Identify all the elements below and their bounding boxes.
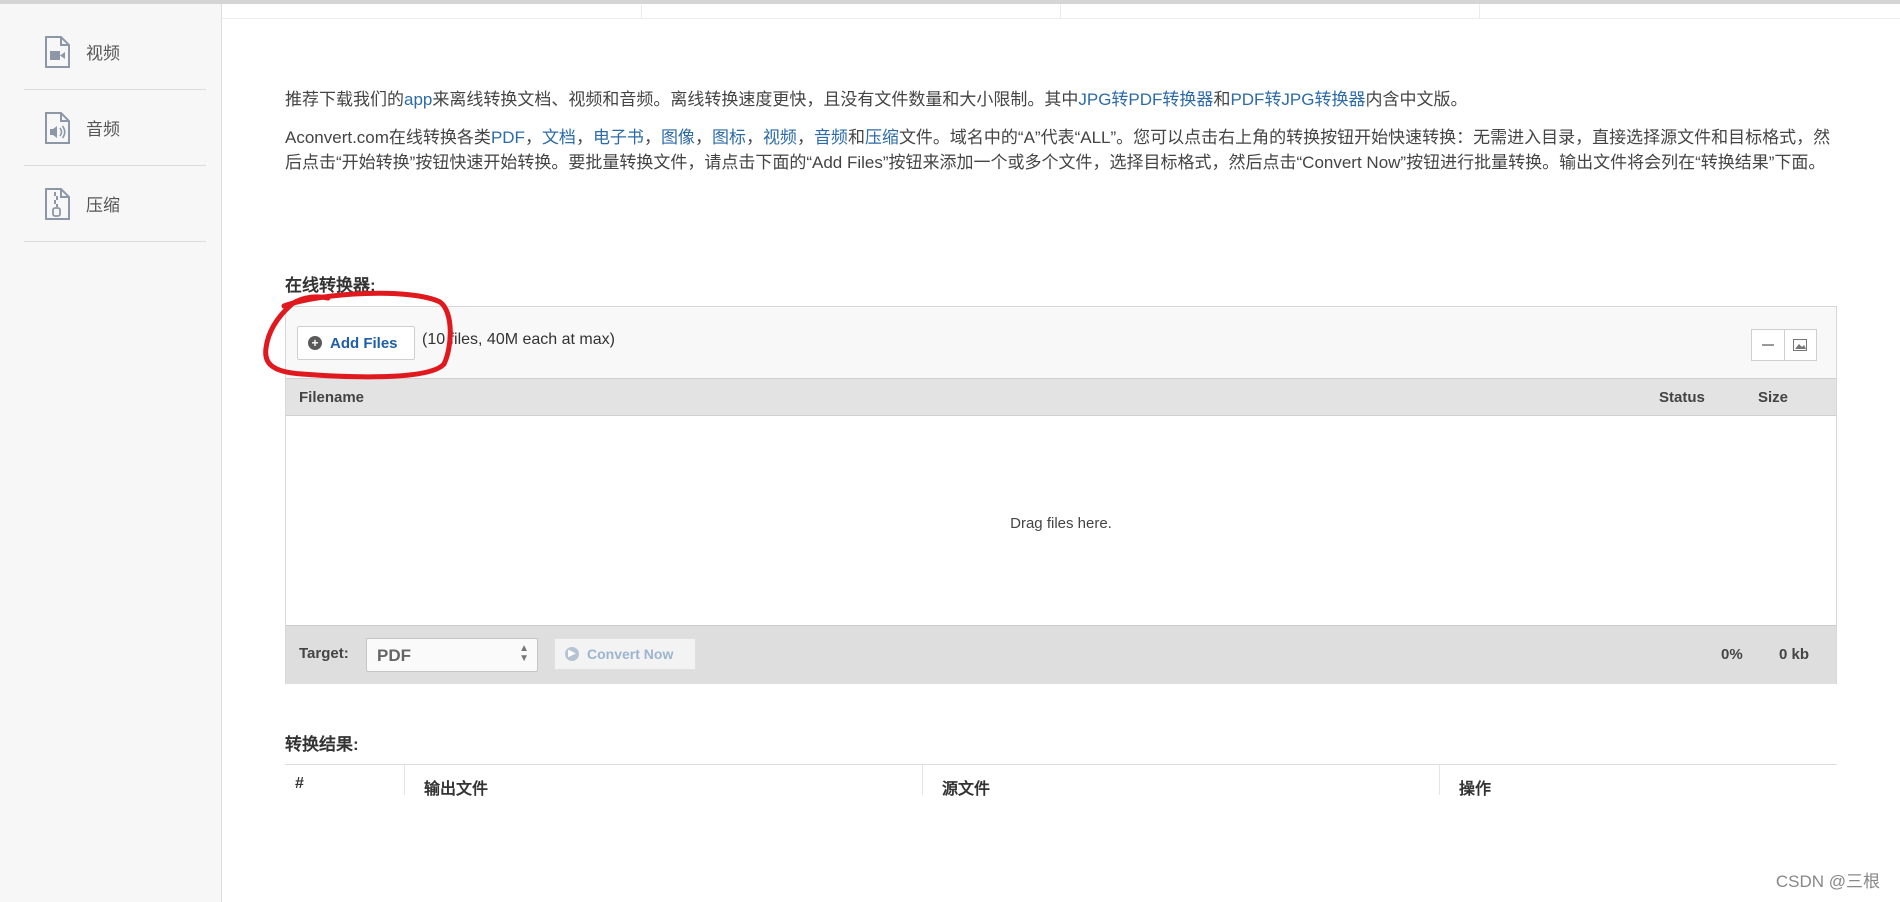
top-column-strip bbox=[222, 4, 1900, 19]
csdn-watermark: CSDN @三根 bbox=[1775, 872, 1880, 891]
results-column-actions: 操作 bbox=[1459, 781, 1492, 798]
intro-text: ， bbox=[745, 128, 763, 147]
intro-download-note: 推荐下载我们的app来离线转换文档、视频和音频。离线转换速度更快，且没有文件数量… bbox=[285, 88, 1837, 112]
results-column-index: # bbox=[295, 775, 304, 792]
intro-text: ， bbox=[796, 128, 814, 147]
view-toggle bbox=[1751, 329, 1817, 361]
intro-link[interactable]: PDF bbox=[491, 128, 525, 147]
arrow-circle-icon: ▶ bbox=[565, 647, 579, 661]
intro-link[interactable]: 图标 bbox=[712, 128, 746, 147]
intro-description: Aconvert.com在线转换各类PDF，文档，电子书，图像，图标，视频，音频… bbox=[285, 126, 1837, 175]
intro-link[interactable]: 音频 bbox=[814, 128, 848, 147]
intro-link[interactable]: 电子书 bbox=[593, 128, 644, 147]
intro-link[interactable]: 压缩 bbox=[865, 128, 899, 147]
intro-link[interactable]: JPG转PDF转换器 bbox=[1078, 90, 1213, 109]
size-column-header: Size bbox=[1758, 389, 1789, 406]
intro-link[interactable]: 图像 bbox=[661, 128, 695, 147]
intro-text: ， bbox=[524, 128, 542, 147]
uploader-toolbar: + Add Files (10 files, 40M each at max) bbox=[286, 307, 1836, 378]
archive-file-icon bbox=[45, 187, 70, 220]
drop-zone[interactable]: Drag files here. bbox=[286, 416, 1836, 631]
sidebar-item-audio[interactable]: 音频 bbox=[24, 90, 206, 166]
thumbnail-view-button[interactable] bbox=[1783, 330, 1817, 360]
image-icon bbox=[1793, 339, 1808, 351]
status-column-header: Status bbox=[1659, 389, 1705, 406]
results-table-header: # 输出文件 源文件 操作 bbox=[285, 764, 1837, 803]
intro-text: ， bbox=[694, 128, 712, 147]
list-view-button[interactable] bbox=[1752, 330, 1784, 360]
intro-text: 和 bbox=[847, 128, 865, 147]
intro-text: Aconvert.com在线转换各类 bbox=[285, 128, 491, 147]
list-view-icon bbox=[1761, 344, 1774, 346]
sidebar: 视频 音频 压缩 bbox=[0, 4, 222, 902]
sidebar-item-archive[interactable]: 压缩 bbox=[24, 166, 206, 242]
file-uploader: + Add Files (10 files, 40M each at max) … bbox=[285, 306, 1837, 684]
convert-now-button[interactable]: ▶ Convert Now bbox=[554, 638, 696, 670]
uploader-footer: Target: PDF ▲ ▼ ▶ Convert Now 0% 0 kb bbox=[286, 625, 1836, 684]
results-column-output: 输出文件 bbox=[424, 781, 489, 798]
audio-file-icon bbox=[45, 111, 70, 144]
intro-text: ， bbox=[643, 128, 661, 147]
red-circle-annotation bbox=[263, 290, 453, 380]
results-title: 转换结果: bbox=[285, 735, 359, 754]
intro-text: 推荐下载我们的 bbox=[285, 90, 404, 109]
video-file-icon bbox=[45, 35, 70, 68]
intro-link[interactable]: 视频 bbox=[763, 128, 797, 147]
sidebar-item-label: 压缩 bbox=[86, 196, 120, 215]
sidebar-item-label: 视频 bbox=[86, 44, 120, 63]
sidebar-item-label: 音频 bbox=[86, 120, 120, 139]
intro-text: 内含中文版。 bbox=[1365, 90, 1468, 109]
target-label: Target: bbox=[299, 645, 349, 662]
intro-link[interactable]: app bbox=[404, 90, 432, 109]
filename-column-header: Filename bbox=[299, 389, 365, 406]
intro-link[interactable]: PDF转JPG转换器 bbox=[1230, 90, 1365, 109]
intro-text: ， bbox=[575, 128, 593, 147]
intro-link[interactable]: 文档 bbox=[542, 128, 576, 147]
total-progress: 0% bbox=[1721, 646, 1743, 663]
total-size: 0 kb bbox=[1779, 646, 1810, 663]
intro-text: 和 bbox=[1213, 90, 1231, 109]
select-arrows-icon: ▲ ▼ bbox=[519, 643, 529, 664]
intro-text: 来离线转换文档、视频和音频。离线转换速度更快，且没有文件数量和大小限制。其中 bbox=[432, 90, 1079, 109]
file-table-header: Filename Status Size bbox=[286, 378, 1836, 416]
drop-zone-hint: Drag files here. bbox=[1010, 515, 1112, 532]
target-format-select[interactable]: PDF ▲ ▼ bbox=[366, 638, 538, 672]
sidebar-item-video[interactable]: 视频 bbox=[24, 14, 206, 90]
results-column-source: 源文件 bbox=[942, 781, 991, 798]
